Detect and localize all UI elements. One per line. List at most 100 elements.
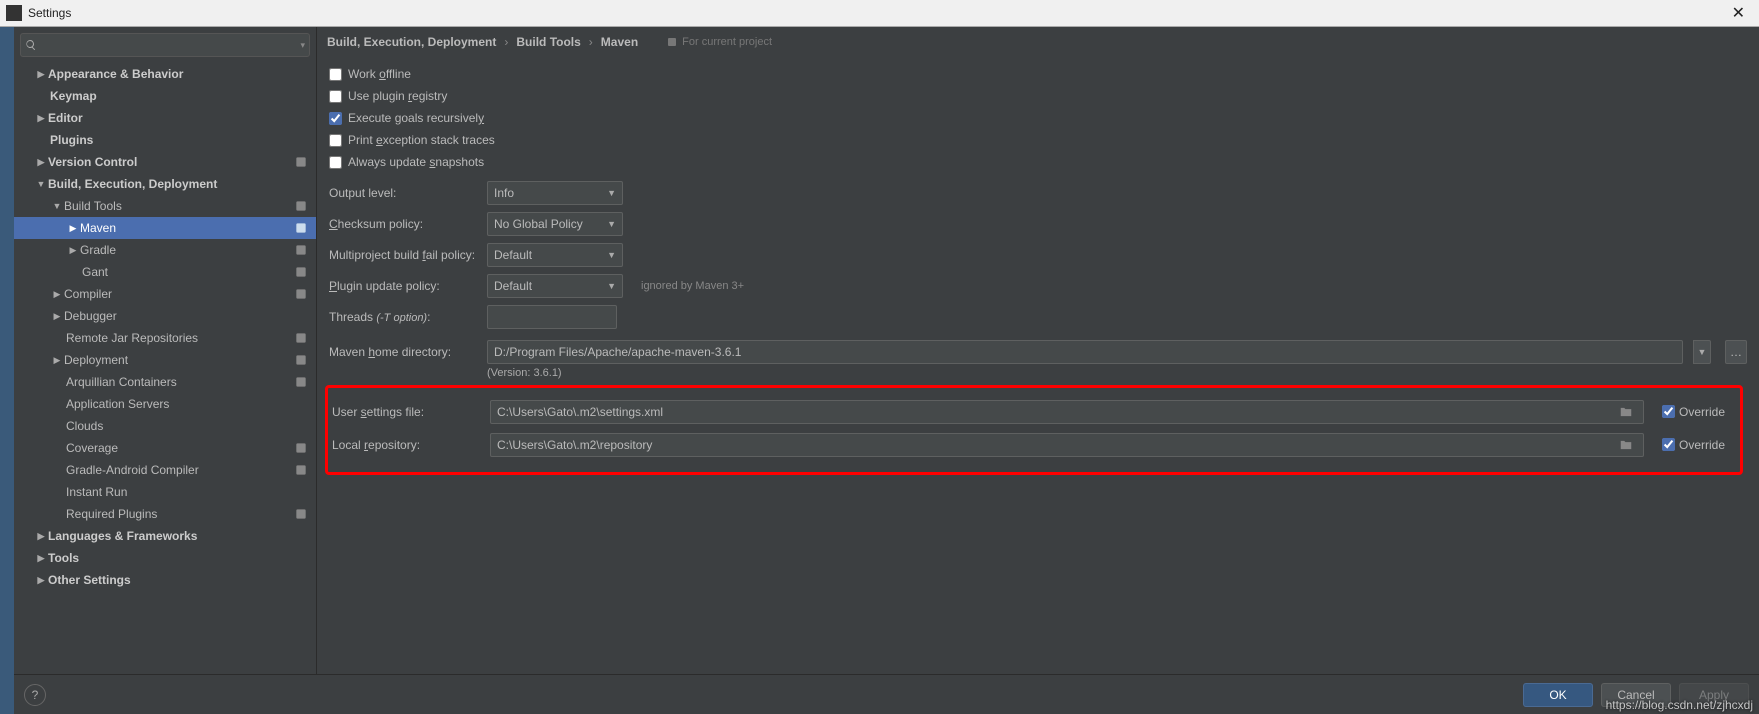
dropdown-icon: ▼ bbox=[607, 188, 616, 198]
maven-home-row: Maven home directory: D:/Program Files/A… bbox=[329, 336, 1747, 367]
output-level-row: Output level: Info▼ bbox=[329, 177, 1747, 208]
user-settings-override: Override bbox=[1662, 405, 1736, 419]
expand-icon: ▶ bbox=[34, 113, 48, 124]
local-repo-row: Local repository: C:\Users\Gato\.m2\repo… bbox=[332, 429, 1736, 460]
search-input-field[interactable] bbox=[41, 38, 296, 52]
tree-plugins[interactable]: Plugins bbox=[14, 129, 316, 151]
crumb-sep: › bbox=[589, 35, 593, 49]
print-exception-row: Print exception stack traces bbox=[329, 129, 1747, 151]
tree-gradle[interactable]: ▶Gradle bbox=[14, 239, 316, 261]
checksum-policy-combo[interactable]: No Global Policy▼ bbox=[487, 212, 623, 236]
crumb-bed[interactable]: Build, Execution, Deployment bbox=[327, 35, 496, 49]
browse-folder-icon[interactable] bbox=[1615, 433, 1637, 457]
override-label[interactable]: Override bbox=[1679, 405, 1725, 419]
threads-input[interactable] bbox=[487, 305, 617, 329]
search-input[interactable]: ▾ bbox=[20, 33, 310, 57]
plugin-update-hint: ignored by Maven 3+ bbox=[641, 280, 744, 292]
multiproject-row: Multiproject build fail policy: Default▼ bbox=[329, 239, 1747, 270]
maven-home-dropdown[interactable]: ▼ bbox=[1693, 340, 1711, 364]
plugin-registry-checkbox[interactable] bbox=[329, 90, 342, 103]
tree-appearance[interactable]: ▶Appearance & Behavior bbox=[14, 63, 316, 85]
output-level-combo[interactable]: Info▼ bbox=[487, 181, 623, 205]
project-badge-icon bbox=[294, 375, 308, 389]
tree-editor[interactable]: ▶Editor bbox=[14, 107, 316, 129]
search-dropdown-icon[interactable]: ▾ bbox=[300, 40, 305, 51]
work-offline-checkbox[interactable] bbox=[329, 68, 342, 81]
plugin-registry-label[interactable]: Use plugin registry bbox=[348, 89, 447, 103]
tree-coverage[interactable]: Coverage bbox=[14, 437, 316, 459]
tree-tools[interactable]: ▶Tools bbox=[14, 547, 316, 569]
dialog-button-bar: ? OK Cancel Apply bbox=[14, 674, 1759, 714]
project-scope-hint: For current project bbox=[666, 36, 772, 48]
expand-icon: ▶ bbox=[50, 355, 64, 366]
maven-home-input[interactable]: D:/Program Files/Apache/apache-maven-3.6… bbox=[487, 340, 1683, 364]
left-gutter bbox=[0, 27, 14, 714]
always-update-label[interactable]: Always update snapshots bbox=[348, 155, 484, 169]
project-badge-icon bbox=[294, 463, 308, 477]
tree-instant-run[interactable]: Instant Run bbox=[14, 481, 316, 503]
local-repo-override-checkbox[interactable] bbox=[1662, 438, 1675, 451]
tree-gant[interactable]: Gant bbox=[14, 261, 316, 283]
plugin-registry-row: Use plugin registry bbox=[329, 85, 1747, 107]
expand-icon: ▶ bbox=[34, 553, 48, 564]
tree-debugger[interactable]: ▶Debugger bbox=[14, 305, 316, 327]
crumb-buildtools[interactable]: Build Tools bbox=[516, 35, 580, 49]
maven-home-browse-button[interactable]: … bbox=[1725, 340, 1747, 364]
tree-gradle-android[interactable]: Gradle-Android Compiler bbox=[14, 459, 316, 481]
execute-goals-checkbox[interactable] bbox=[329, 112, 342, 125]
print-exception-checkbox[interactable] bbox=[329, 134, 342, 147]
work-offline-row: Work offline bbox=[329, 63, 1747, 85]
local-repo-label: Local repository: bbox=[332, 438, 480, 452]
maven-version-label: (Version: 3.6.1) bbox=[329, 367, 1747, 379]
collapse-icon: ▼ bbox=[34, 179, 48, 189]
multiproject-combo[interactable]: Default▼ bbox=[487, 243, 623, 267]
maven-home-label: Maven home directory: bbox=[329, 345, 477, 359]
multiproject-label: Multiproject build fail policy: bbox=[329, 248, 477, 262]
project-badge-icon bbox=[294, 265, 308, 279]
ok-button[interactable]: OK bbox=[1523, 683, 1593, 707]
expand-icon: ▶ bbox=[50, 311, 64, 322]
tree-keymap[interactable]: Keymap bbox=[14, 85, 316, 107]
browse-folder-icon[interactable] bbox=[1615, 400, 1637, 424]
user-settings-input[interactable]: C:\Users\Gato\.m2\settings.xml bbox=[490, 400, 1644, 424]
project-badge-icon bbox=[294, 155, 308, 169]
highlighted-section: User settings file: C:\Users\Gato\.m2\se… bbox=[325, 385, 1743, 475]
tree-app-servers[interactable]: Application Servers bbox=[14, 393, 316, 415]
project-badge-icon bbox=[294, 507, 308, 521]
tree-remote-jar[interactable]: Remote Jar Repositories bbox=[14, 327, 316, 349]
tree-languages[interactable]: ▶Languages & Frameworks bbox=[14, 525, 316, 547]
print-exception-label[interactable]: Print exception stack traces bbox=[348, 133, 495, 147]
tree-deployment[interactable]: ▶Deployment bbox=[14, 349, 316, 371]
tree-clouds[interactable]: Clouds bbox=[14, 415, 316, 437]
search-row: ▾ bbox=[14, 27, 316, 63]
local-repo-input[interactable]: C:\Users\Gato\.m2\repository bbox=[490, 433, 1644, 457]
tree-build-tools[interactable]: ▼Build Tools bbox=[14, 195, 316, 217]
user-settings-row: User settings file: C:\Users\Gato\.m2\se… bbox=[332, 396, 1736, 427]
window-close-button[interactable]: ✕ bbox=[1724, 3, 1753, 23]
tree-other[interactable]: ▶Other Settings bbox=[14, 569, 316, 591]
override-label[interactable]: Override bbox=[1679, 438, 1725, 452]
expand-icon: ▶ bbox=[50, 289, 64, 300]
title-bar: Settings ✕ bbox=[0, 0, 1759, 27]
project-badge-icon bbox=[666, 36, 678, 48]
user-settings-override-checkbox[interactable] bbox=[1662, 405, 1675, 418]
expand-icon: ▶ bbox=[34, 157, 48, 168]
execute-goals-row: Execute goals recursively bbox=[329, 107, 1747, 129]
output-level-label: Output level: bbox=[329, 186, 477, 200]
local-repo-override: Override bbox=[1662, 438, 1736, 452]
project-badge-icon bbox=[294, 243, 308, 257]
crumb-sep: › bbox=[504, 35, 508, 49]
execute-goals-label[interactable]: Execute goals recursively bbox=[348, 111, 484, 125]
tree-maven[interactable]: ▶Maven bbox=[14, 217, 316, 239]
tree-vcs[interactable]: ▶Version Control bbox=[14, 151, 316, 173]
tree-required-plugins[interactable]: Required Plugins bbox=[14, 503, 316, 525]
help-button[interactable]: ? bbox=[24, 684, 46, 706]
tree-arquillian[interactable]: Arquillian Containers bbox=[14, 371, 316, 393]
plugin-update-combo[interactable]: Default▼ bbox=[487, 274, 623, 298]
work-offline-label[interactable]: Work offline bbox=[348, 67, 411, 81]
checksum-policy-label: Checksum policy: bbox=[329, 217, 477, 231]
tree-compiler[interactable]: ▶Compiler bbox=[14, 283, 316, 305]
always-update-checkbox[interactable] bbox=[329, 156, 342, 169]
settings-tree: ▶Appearance & Behavior Keymap ▶Editor Pl… bbox=[14, 63, 316, 674]
tree-bed[interactable]: ▼Build, Execution, Deployment bbox=[14, 173, 316, 195]
